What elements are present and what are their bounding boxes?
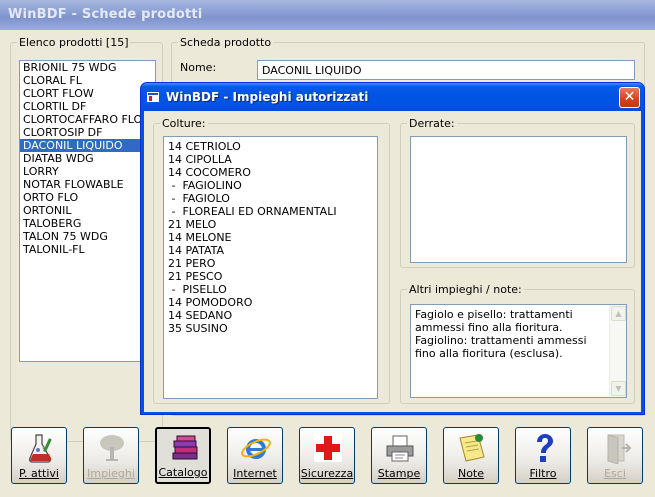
name-field[interactable]: DACONIL LIQUIDO: [257, 60, 635, 80]
other-uses-legend: Altri impieghi / note:: [409, 283, 522, 296]
internet-button-label: Internet: [233, 467, 277, 480]
filter-button-label: Filtro: [529, 467, 557, 480]
question-mark-icon: [537, 434, 553, 462]
main-window-title: WinBDF - Schede prodotti: [8, 7, 203, 22]
product-list-item[interactable]: BRIONIL 75 WDG: [20, 61, 155, 74]
crop-list-item[interactable]: 21 PESCO: [164, 270, 377, 283]
product-list-item[interactable]: TALON 75 WDG: [20, 230, 155, 243]
scroll-down-icon[interactable]: ▼: [611, 381, 626, 396]
printer-icon: [386, 435, 414, 462]
uses-button-label: Impieghi: [87, 467, 135, 480]
crop-list-item[interactable]: 21 MELO: [164, 218, 377, 231]
product-list-item[interactable]: NOTAR FLOWABLE: [20, 178, 155, 191]
product-list-item[interactable]: ORTO FLO: [20, 191, 155, 204]
product-list-item[interactable]: TALONIL-FL: [20, 243, 155, 256]
product-list-item[interactable]: CLORT FLOW: [20, 87, 155, 100]
exit-door-icon: [607, 434, 632, 464]
commodities-listbox[interactable]: [410, 136, 627, 263]
internet-button[interactable]: Internet: [227, 427, 283, 484]
product-list-legend: Elenco prodotti [15]: [19, 36, 129, 49]
scroll-up-icon[interactable]: ▲: [611, 306, 626, 321]
notes-button[interactable]: Note: [443, 427, 499, 484]
notes-scrollbar[interactable]: ▲ ▼: [609, 305, 626, 397]
other-uses-textarea[interactable]: Fagiolo e pisello: trattamenti ammessi f…: [410, 304, 627, 398]
crop-list-item[interactable]: 14 COCOMERO: [164, 166, 377, 179]
authorized-uses-dialog: WinBDF - Impieghi autorizzati ✕ Colture:…: [140, 82, 645, 415]
crops-legend: Colture:: [162, 117, 206, 130]
commodities-legend: Derrate:: [409, 117, 455, 130]
product-listbox[interactable]: BRIONIL 75 WDG CLORAL FL CLORT FLOW CLOR…: [19, 60, 156, 362]
crop-list-item[interactable]: 14 SEDANO: [164, 309, 377, 322]
product-list-item[interactable]: CLORTOCAFFARO FLOW: [20, 113, 155, 126]
dialog-title: WinBDF - Impieghi autorizzati: [166, 90, 369, 104]
product-card-legend: Scheda prodotto: [180, 36, 272, 49]
print-button-label: Stampe: [377, 467, 421, 480]
tree-icon: [100, 435, 124, 461]
filter-button[interactable]: Filtro: [515, 427, 571, 484]
catalog-button-label: Catalogo: [158, 466, 208, 479]
product-list-item[interactable]: CLORTIL DF: [20, 100, 155, 113]
exit-button-label: Esci: [604, 467, 626, 480]
dialog-body: Colture: 14 CETRIOLO 14 CIPOLLA 14 COCOM…: [144, 111, 641, 412]
crop-list-item[interactable]: 14 POMODORO: [164, 296, 377, 309]
red-cross-icon: [314, 434, 342, 462]
books-icon: [172, 435, 198, 460]
notepad-icon: [459, 434, 485, 462]
exit-button[interactable]: Esci: [587, 427, 643, 484]
close-button[interactable]: ✕: [619, 87, 640, 108]
crop-list-item[interactable]: 14 CETRIOLO: [164, 140, 377, 153]
product-list-item[interactable]: CLORAL FL: [20, 74, 155, 87]
flask-icon: [29, 434, 52, 463]
name-label: Nome:: [180, 61, 217, 74]
safety-button-label: Sicurezza: [300, 467, 354, 480]
crops-listbox[interactable]: 14 CETRIOLO 14 CIPOLLA 14 COCOMERO - FAG…: [163, 136, 378, 399]
other-uses-text: Fagiolo e pisello: trattamenti ammessi f…: [415, 308, 587, 360]
crop-list-item[interactable]: 14 MELONE: [164, 231, 377, 244]
uses-button[interactable]: Impieghi: [83, 427, 139, 484]
close-icon: ✕: [623, 89, 636, 105]
main-title-bar[interactable]: WinBDF - Schede prodotti: [0, 0, 655, 30]
product-list-item[interactable]: ORTONIL: [20, 204, 155, 217]
crop-list-item[interactable]: 14 PATATA: [164, 244, 377, 257]
product-list-item[interactable]: LORRY: [20, 165, 155, 178]
product-list-item[interactable]: DIATAB WDG: [20, 152, 155, 165]
crop-list-item[interactable]: 21 PERO: [164, 257, 377, 270]
product-list-item[interactable]: TALOBERG: [20, 217, 155, 230]
print-button[interactable]: Stampe: [371, 427, 427, 484]
active-ingredients-button-label: P. attivi: [19, 467, 59, 480]
crop-list-item[interactable]: - FLOREALI ED ORNAMENTALI: [164, 205, 377, 218]
safety-button[interactable]: Sicurezza: [299, 427, 355, 484]
crop-list-item[interactable]: 35 SUSINO: [164, 322, 377, 335]
app-window-icon: [147, 92, 159, 102]
active-ingredients-button[interactable]: P. attivi: [11, 427, 67, 484]
product-list-item-selected[interactable]: DACONIL LIQUIDO: [20, 139, 155, 152]
notes-button-label: Note: [457, 467, 485, 480]
internet-explorer-icon: [241, 438, 271, 459]
product-list-item[interactable]: CLORTOSIP DF: [20, 126, 155, 139]
dialog-title-bar[interactable]: WinBDF - Impieghi autorizzati ✕: [141, 83, 644, 111]
crop-list-item[interactable]: 14 CIPOLLA: [164, 153, 377, 166]
crop-list-item[interactable]: - PISELLO: [164, 283, 377, 296]
catalog-button[interactable]: Catalogo: [155, 427, 211, 484]
crop-list-item[interactable]: - FAGIOLO: [164, 192, 377, 205]
crop-list-item[interactable]: - FAGIOLINO: [164, 179, 377, 192]
